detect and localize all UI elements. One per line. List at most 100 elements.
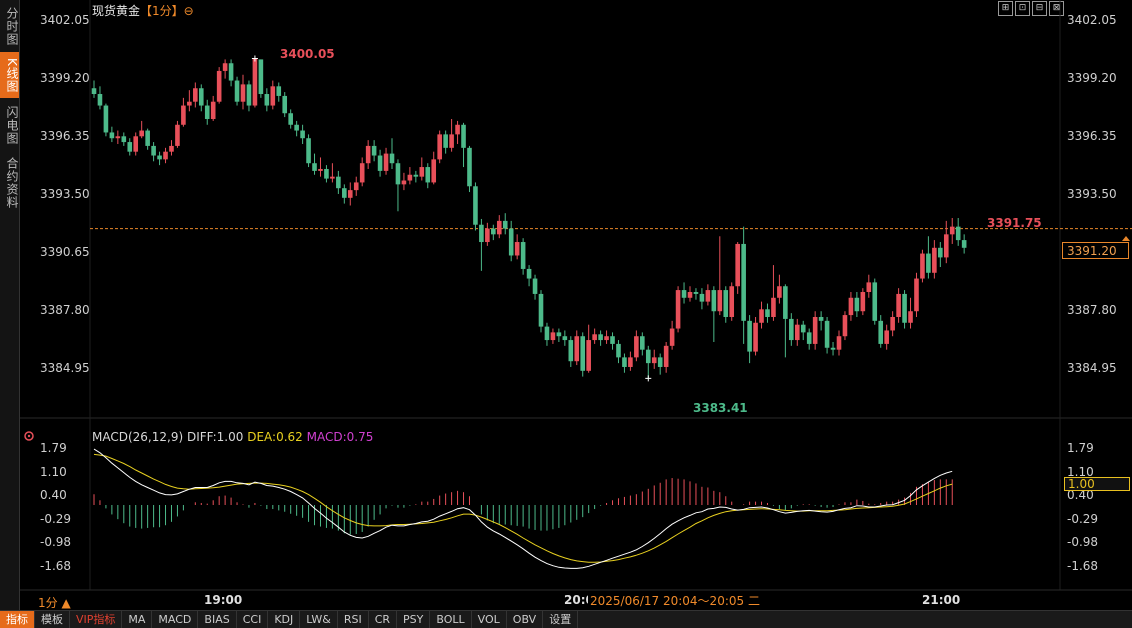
candle-body (306, 138, 311, 164)
candle-body (467, 147, 472, 187)
macd-tick-right: -0.98 (1067, 535, 1099, 549)
candle-body (234, 80, 240, 102)
candle-body (938, 247, 943, 258)
candle-body (830, 347, 836, 350)
candle-body (437, 134, 442, 160)
candle-body (359, 163, 365, 183)
candle-body (210, 101, 216, 119)
tab-boll[interactable]: BOLL (430, 611, 472, 628)
candle-body (657, 357, 663, 367)
candle-body (854, 297, 860, 312)
tab-settings[interactable]: 设置 (543, 611, 579, 628)
tab-cr[interactable]: CR (369, 611, 398, 628)
candle-body (383, 153, 389, 171)
price-tick-left: 3390.65 (40, 245, 90, 259)
period-selector[interactable]: 1分 ▲ (38, 594, 71, 611)
candle-body (932, 247, 937, 273)
candle-body (610, 336, 615, 344)
tab-indicators[interactable]: 指标 (0, 611, 35, 628)
candle-body (187, 101, 192, 106)
candle-body (806, 332, 812, 344)
candle-body (592, 334, 597, 341)
macd-tick-left: 1.79 (40, 441, 67, 455)
candle-body (836, 336, 842, 350)
macd-dea-value: DEA:0.62 (247, 430, 303, 444)
high-annotation: 3400.05 (280, 47, 335, 61)
candle-body (598, 334, 603, 341)
candle-body (324, 168, 329, 179)
tab-psy[interactable]: PSY (397, 611, 431, 628)
candle-body (616, 343, 621, 358)
candle-body (496, 220, 502, 235)
candle-body (693, 292, 699, 294)
candle-body (145, 130, 150, 146)
candle-body (181, 105, 186, 125)
candle-body (777, 286, 782, 298)
tab-cci[interactable]: CCI (237, 611, 269, 628)
price-tick-left: 3396.35 (40, 129, 90, 143)
tab-ma[interactable]: MA (122, 611, 153, 628)
candle-body (812, 316, 818, 344)
tab-macd[interactable]: MACD (152, 611, 199, 628)
candle-body (586, 340, 591, 371)
macd-tick-right: -0.29 (1067, 512, 1099, 526)
candle-body (765, 309, 770, 317)
tab-lw[interactable]: LW& (300, 611, 338, 628)
candle-body (228, 63, 234, 81)
candle-body (914, 278, 919, 312)
candle-body (520, 242, 526, 269)
candle-body (842, 315, 848, 337)
candle-body (949, 226, 955, 235)
price-tick-right: 3399.20 (1067, 71, 1117, 85)
candle-body (347, 190, 353, 198)
candle-body (705, 290, 711, 302)
tab-bias[interactable]: BIAS (198, 611, 237, 628)
price-tick-right: 3387.80 (1067, 303, 1117, 317)
macd-legend: MACD(26,12,9) DIFF:1.00 DEA:0.62 MACD:0.… (92, 430, 373, 444)
tab-vol[interactable]: VOL (472, 611, 507, 628)
price-tick-left: 3384.95 (40, 361, 90, 375)
macd-hist-value: MACD:0.75 (306, 430, 374, 444)
candle-body (282, 95, 288, 114)
candle-body (175, 124, 180, 146)
candle-body (729, 286, 735, 317)
candle-body (955, 226, 961, 241)
candle-body (920, 253, 925, 279)
candle-body (371, 145, 377, 156)
tab-obv[interactable]: OBV (507, 611, 544, 628)
macd-current-label: 1.00 (1064, 477, 1130, 491)
indicator-target-dot (27, 434, 31, 438)
candle-body (878, 320, 884, 344)
macd-tick-left: -1.68 (40, 559, 72, 573)
candle-body (669, 328, 675, 346)
candle-body (479, 224, 484, 243)
candle-body (574, 336, 580, 362)
candle-body (622, 357, 627, 367)
candle-body (103, 105, 109, 133)
candle-body (771, 297, 776, 317)
candle-body (640, 336, 645, 350)
tab-template[interactable]: 模板 (35, 611, 70, 628)
candle-body (252, 58, 258, 106)
candle-body (508, 228, 514, 256)
candle-body (294, 124, 299, 131)
tab-vip-indicators[interactable]: VIP指标 (70, 611, 123, 628)
candle-body (169, 145, 174, 152)
candle-body (526, 268, 532, 279)
candle-body (902, 293, 907, 323)
macd-tick-left: -0.98 (40, 535, 72, 549)
candle-body (634, 336, 639, 358)
candle-body (461, 124, 466, 148)
candle-body (288, 113, 293, 125)
kline-chart[interactable] (0, 0, 1132, 610)
low-marker (645, 375, 652, 382)
candle-body (240, 84, 246, 102)
tab-kdj[interactable]: KDJ (268, 611, 301, 628)
candle-body (568, 340, 574, 362)
price-tick-left: 3399.20 (40, 71, 90, 85)
candle-body (699, 293, 705, 302)
tab-rsi[interactable]: RSI (338, 611, 369, 628)
macd-params: MACD(26,12,9) (92, 430, 184, 444)
candle-body (431, 159, 437, 183)
candle-body (276, 86, 282, 96)
